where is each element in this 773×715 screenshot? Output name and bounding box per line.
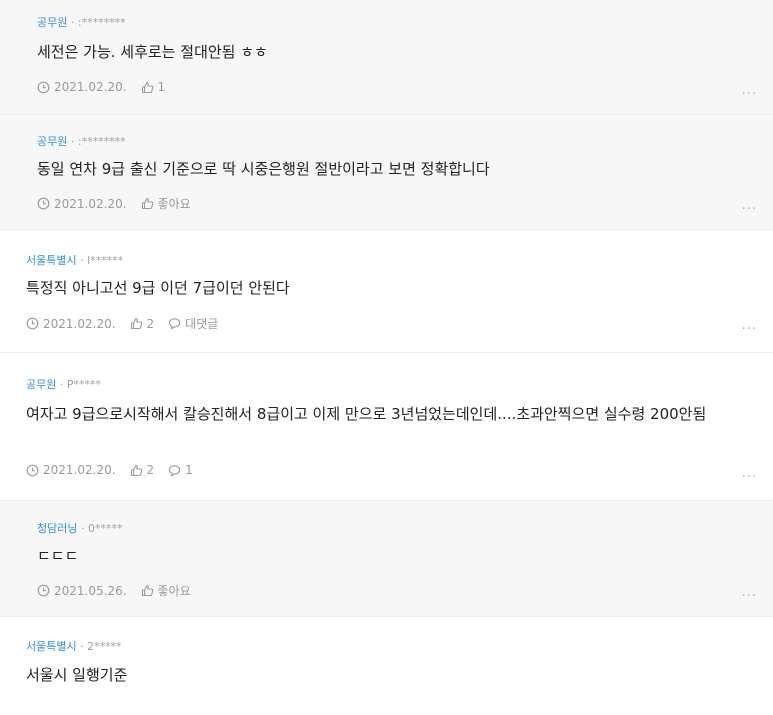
author-id: 0***** — [87, 522, 123, 535]
more-options-button[interactable]: ... — [742, 198, 757, 213]
author-separator: · — [70, 135, 75, 148]
like-count: 좋아요 — [157, 584, 191, 598]
comment-date: 2021.05.26. — [37, 584, 127, 598]
author-id: 2***** — [87, 640, 122, 653]
date-text: 2021.02.20. — [43, 316, 116, 331]
comment-item: 공무원 · :******** 동일 연차 9급 출신 기준으로 딱 시중은행원… — [0, 115, 773, 230]
comment-text: 세전은 가능. 세후로는 절대안됨 ㅎㅎ — [37, 43, 268, 61]
comment-meta: 2021.02.20. 2 대댓글 — [26, 315, 232, 332]
more-options-button[interactable]: ... — [742, 318, 757, 333]
like-button[interactable]: 1 — [141, 80, 166, 94]
comment-date: 2021.02.20. — [37, 197, 127, 211]
author-separator: · — [80, 640, 84, 653]
reply-label: 대댓글 — [185, 317, 219, 331]
clock-icon — [37, 81, 50, 93]
comment-text: 동일 연차 9급 출신 기준으로 딱 시중은행원 절반이라고 보면 정확합니다 — [37, 160, 490, 178]
more-options-button[interactable]: ... — [742, 466, 757, 481]
thumbs-up-icon — [141, 197, 153, 210]
like-count: 2 — [146, 463, 155, 477]
author-id: l****** — [87, 254, 124, 267]
comment-date: 2021.02.20. — [26, 463, 116, 477]
comment-item: 공무원 · P***** 여자고 9급으로시작해서 칼승진해서 8급이고 이제 … — [0, 353, 773, 501]
author-id: :******** — [77, 16, 126, 29]
comment-author[interactable]: 공무원 · :******** — [37, 14, 126, 30]
speech-bubble-icon — [169, 318, 181, 330]
author-separator: · — [80, 254, 84, 267]
thumbs-up-icon — [130, 317, 142, 330]
comment-author[interactable]: 공무원 · P***** — [26, 376, 101, 392]
comment-author[interactable]: 서울특별시 · 2***** — [26, 638, 122, 654]
comment-author[interactable]: 서울특별시 · l****** — [26, 252, 123, 268]
date-text: 2021.05.26. — [54, 583, 127, 598]
thumbs-up-icon — [141, 584, 153, 597]
author-separator: · — [59, 378, 64, 391]
author-id: :******** — [77, 135, 126, 148]
comment-item: 공무원 · :******** 세전은 가능. 세후로는 절대안됨 ㅎㅎ 202… — [0, 0, 773, 115]
author-company[interactable]: 공무원 — [37, 135, 67, 148]
author-company[interactable]: 공무원 — [26, 378, 56, 391]
author-company[interactable]: 서울특별시 — [26, 640, 77, 653]
more-options-button[interactable]: ... — [742, 83, 757, 98]
speech-bubble-icon — [169, 464, 181, 476]
author-separator: · — [80, 522, 85, 535]
clock-icon — [26, 464, 39, 476]
comment-item: 청담러닝 · 0***** ㄷㄷㄷ 2021.05.26. 좋아요 ... — [0, 501, 773, 617]
comment-text: ㄷㄷㄷ — [37, 547, 79, 565]
like-count: 좋아요 — [157, 197, 191, 211]
clock-icon — [37, 197, 50, 210]
reply-count: 1 — [185, 463, 193, 477]
reply-button[interactable]: 1 — [168, 463, 193, 477]
like-button[interactable]: 2 — [130, 463, 155, 477]
author-id: P***** — [66, 378, 102, 391]
more-options-button[interactable]: ... — [742, 585, 757, 600]
author-company[interactable]: 서울특별시 — [26, 254, 77, 267]
like-count: 2 — [146, 316, 155, 331]
comment-text: 특정직 아니고선 9급 이던 7급이던 안된다 — [26, 279, 290, 297]
date-text: 2021.02.20. — [54, 80, 127, 94]
comment-text: 여자고 9급으로시작해서 칼승진해서 8급이고 이제 만으로 3년넘었는데인데.… — [26, 405, 707, 423]
like-button[interactable]: 좋아요 — [141, 195, 191, 212]
comment-author[interactable]: 청담러닝 · 0***** — [37, 520, 122, 536]
comment-text: 서울시 일행기준 — [26, 666, 128, 684]
comment-meta: 2021.02.20. 좋아요 — [37, 195, 205, 212]
date-text: 2021.02.20. — [43, 463, 116, 477]
clock-icon — [37, 584, 50, 597]
date-text: 2021.02.20. — [54, 196, 127, 211]
author-company[interactable]: 청담러닝 — [37, 522, 77, 535]
like-count: 1 — [157, 80, 166, 94]
comment-meta: 2021.05.26. 좋아요 — [37, 582, 205, 599]
clock-icon — [26, 317, 39, 330]
thumbs-up-icon — [141, 81, 153, 93]
comment-author[interactable]: 공무원 · :******** — [37, 133, 126, 149]
comment-date: 2021.02.20. — [37, 80, 127, 94]
comment-meta: 2021.02.20. 1 — [37, 80, 179, 94]
reply-button[interactable]: 대댓글 — [168, 315, 218, 332]
comment-meta: 2021.02.20. 2 1 — [26, 463, 207, 477]
thumbs-up-icon — [130, 464, 142, 476]
like-button[interactable]: 좋아요 — [141, 582, 191, 599]
author-separator: · — [70, 16, 75, 29]
author-company[interactable]: 공무원 — [37, 16, 67, 29]
comment-item: 서울특별시 · 2***** 서울시 일행기준 — [0, 617, 773, 715]
like-button[interactable]: 2 — [130, 316, 155, 331]
comment-item: 서울특별시 · l****** 특정직 아니고선 9급 이던 7급이던 안된다 … — [0, 230, 773, 353]
comment-date: 2021.02.20. — [26, 317, 116, 331]
